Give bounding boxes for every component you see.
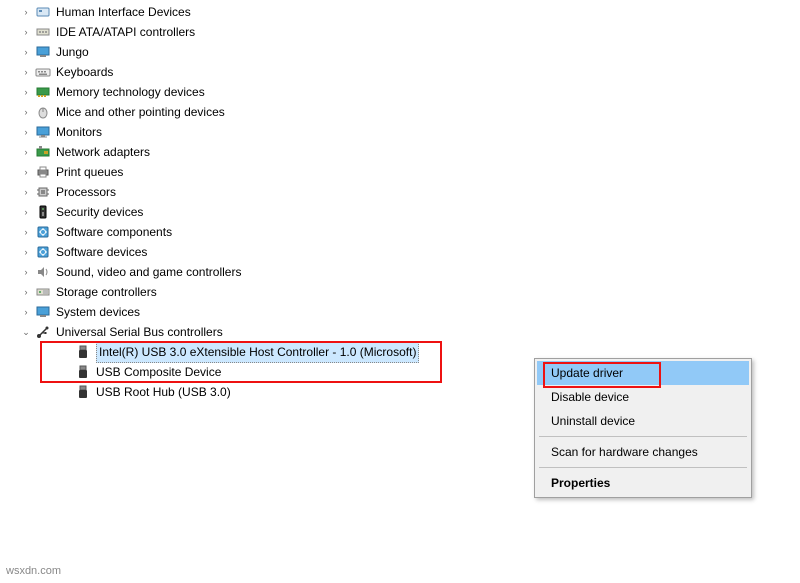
chevron-right-icon[interactable]: ›: [20, 187, 32, 197]
cpu-icon: [34, 184, 52, 200]
keyboard-icon: [34, 64, 52, 80]
tree-row[interactable]: › Mice and other pointing devices: [0, 102, 800, 122]
chevron-right-icon[interactable]: ›: [20, 87, 32, 97]
tree-row[interactable]: › Software components: [0, 222, 800, 242]
chevron-right-icon[interactable]: ›: [20, 147, 32, 157]
system-icon: [34, 304, 52, 320]
tree-row[interactable]: › Keyboards: [0, 62, 800, 82]
device-tree[interactable]: › Human Interface Devices › IDE ATA/ATAPI c…: [0, 0, 800, 402]
tree-item-label: Software devices: [56, 242, 147, 262]
storage-icon: [34, 284, 52, 300]
chevron-right-icon[interactable]: ›: [20, 47, 32, 57]
tree-item-label: Print queues: [56, 162, 123, 182]
memory-icon: [34, 84, 52, 100]
chevron-right-icon[interactable]: ›: [20, 167, 32, 177]
chevron-right-icon[interactable]: ›: [20, 127, 32, 137]
software-icon: [34, 224, 52, 240]
chevron-right-icon[interactable]: ›: [20, 207, 32, 217]
chevron-right-icon[interactable]: ›: [20, 267, 32, 277]
tree-row[interactable]: › Memory technology devices: [0, 82, 800, 102]
tree-row[interactable]: › Security devices: [0, 202, 800, 222]
menu-update-driver[interactable]: Update driver: [537, 361, 749, 385]
jungo-icon: [34, 44, 52, 60]
sound-icon: [34, 264, 52, 280]
tree-row[interactable]: › Sound, video and game controllers: [0, 262, 800, 282]
tree-item-label: Intel(R) USB 3.0 eXtensible Host Control…: [96, 341, 419, 363]
tree-item-label: Jungo: [56, 42, 89, 62]
chevron-right-icon[interactable]: ›: [20, 227, 32, 237]
tree-row[interactable]: ⌄ Universal Serial Bus controllers: [0, 322, 800, 342]
tree-item-label: USB Root Hub (USB 3.0): [96, 382, 231, 402]
tree-row[interactable]: › Software devices: [0, 242, 800, 262]
tree-row[interactable]: › Print queues: [0, 162, 800, 182]
chevron-right-icon[interactable]: ›: [20, 27, 32, 37]
hid-icon: [34, 4, 52, 20]
tree-row[interactable]: › IDE ATA/ATAPI controllers: [0, 22, 800, 42]
tree-row[interactable]: › Processors: [0, 182, 800, 202]
tree-item-label: Network adapters: [56, 142, 150, 162]
tree-item-label: Mice and other pointing devices: [56, 102, 225, 122]
menu-uninstall-device[interactable]: Uninstall device: [537, 409, 749, 433]
tree-item-label: Security devices: [56, 202, 143, 222]
usb-icon: [74, 344, 92, 360]
tree-row[interactable]: › Human Interface Devices: [0, 2, 800, 22]
tree-item-label: Monitors: [56, 122, 102, 142]
monitor-icon: [34, 124, 52, 140]
menu-separator: [539, 467, 747, 468]
context-menu: Update driver Disable device Uninstall d…: [534, 358, 752, 498]
security-icon: [34, 204, 52, 220]
chevron-right-icon[interactable]: ›: [20, 307, 32, 317]
tree-row[interactable]: › Network adapters: [0, 142, 800, 162]
watermark-text: wsxdn.com: [6, 565, 61, 577]
printer-icon: [34, 164, 52, 180]
chevron-right-icon[interactable]: ›: [20, 287, 32, 297]
chevron-right-icon[interactable]: ›: [20, 67, 32, 77]
chevron-right-icon[interactable]: ›: [20, 107, 32, 117]
menu-properties[interactable]: Properties: [537, 471, 749, 495]
usb-cat-icon: [34, 324, 52, 340]
tree-item-label: Human Interface Devices: [56, 2, 191, 22]
usb-icon: [74, 384, 92, 400]
tree-row[interactable]: › Monitors: [0, 122, 800, 142]
software-icon: [34, 244, 52, 260]
tree-row[interactable]: › System devices: [0, 302, 800, 322]
tree-item-label: Universal Serial Bus controllers: [56, 322, 223, 342]
usb-icon: [74, 364, 92, 380]
mouse-icon: [34, 104, 52, 120]
tree-item-label: Memory technology devices: [56, 82, 205, 102]
menu-scan-hardware[interactable]: Scan for hardware changes: [537, 440, 749, 464]
chevron-down-icon[interactable]: ⌄: [20, 327, 32, 338]
tree-row[interactable]: › Storage controllers: [0, 282, 800, 302]
tree-row[interactable]: › Jungo: [0, 42, 800, 62]
chevron-right-icon[interactable]: ›: [20, 247, 32, 257]
tree-item-label: Storage controllers: [56, 282, 157, 302]
tree-item-label: Processors: [56, 182, 116, 202]
tree-item-label: Keyboards: [56, 62, 113, 82]
tree-item-label: System devices: [56, 302, 140, 322]
tree-item-label: USB Composite Device: [96, 362, 221, 382]
tree-item-label: IDE ATA/ATAPI controllers: [56, 22, 195, 42]
tree-item-label: Software components: [56, 222, 172, 242]
menu-separator: [539, 436, 747, 437]
menu-disable-device[interactable]: Disable device: [537, 385, 749, 409]
chevron-right-icon[interactable]: ›: [20, 7, 32, 17]
ide-icon: [34, 24, 52, 40]
network-icon: [34, 144, 52, 160]
tree-item-label: Sound, video and game controllers: [56, 262, 241, 282]
